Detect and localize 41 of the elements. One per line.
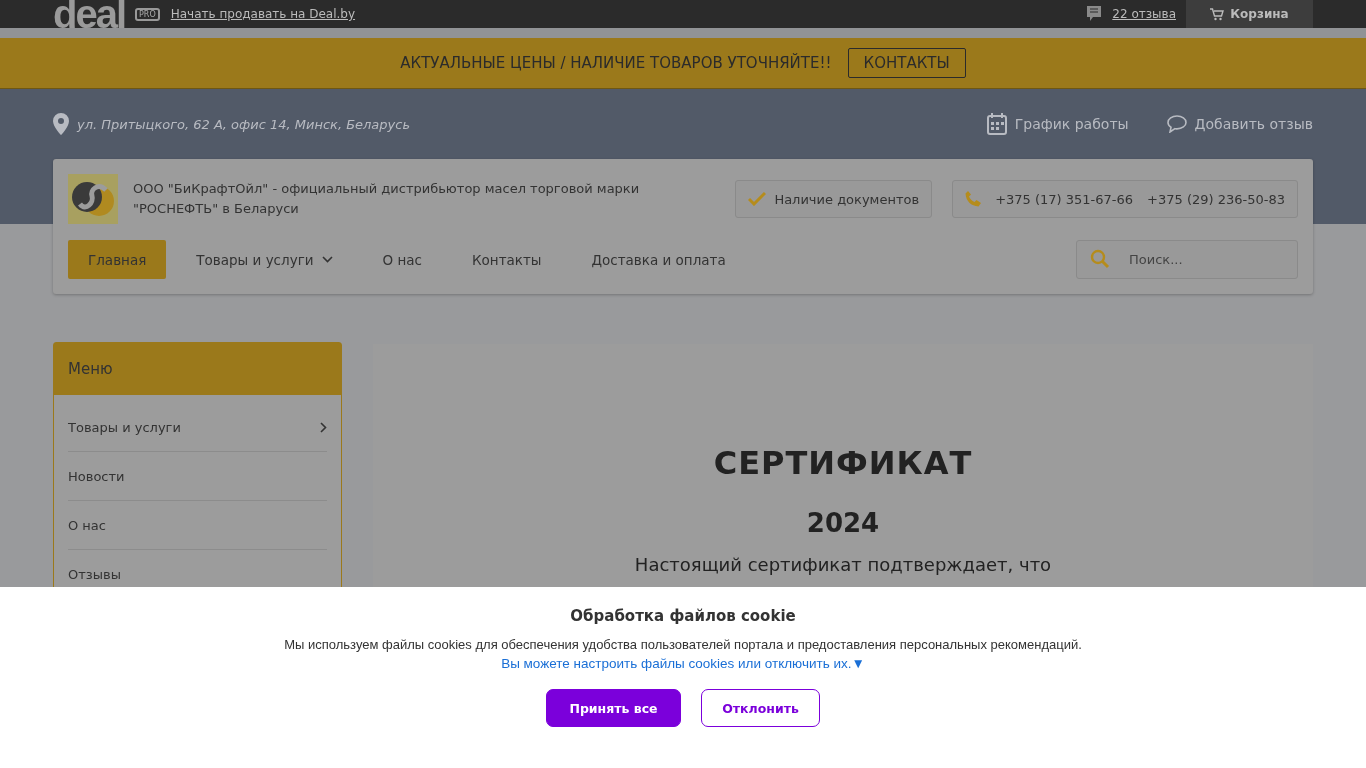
phone-icon xyxy=(965,191,982,207)
cookie-title: Обработка файлов cookie xyxy=(570,607,796,625)
sidebar-item[interactable]: О нас xyxy=(68,501,327,550)
search-field[interactable]: Поиск... xyxy=(1076,240,1298,279)
speech-bubble-icon xyxy=(1166,115,1187,133)
certificate-title: СЕРТИФИКАТ xyxy=(713,444,973,482)
decline-button[interactable]: Отклонить xyxy=(701,689,820,727)
schedule-link[interactable]: График работы xyxy=(986,113,1129,135)
cookie-text: Мы используем файлы cookies для обеспечения удобства пользователей портала и предоставления персональных рекомендаций. xyxy=(284,637,1082,652)
review-link[interactable]: Добавить отзыв xyxy=(1166,115,1313,133)
menu-title: Меню xyxy=(54,343,341,395)
nav-tab[interactable]: Товары и услуги xyxy=(176,240,353,279)
check-icon xyxy=(748,192,767,206)
location-pin-icon xyxy=(53,113,69,135)
phone-number[interactable]: +375 (29) 236-50-83 xyxy=(1147,191,1285,207)
sell-link[interactable]: Начать продавать на Deal.by xyxy=(170,7,356,21)
reviews-link[interactable]: 22 отзыва xyxy=(1112,7,1176,21)
documents-label: Наличие документов xyxy=(774,191,920,207)
sidebar-item[interactable]: Товары и услуги xyxy=(68,403,327,452)
phone-number[interactable]: +375 (17) 351-67-66 xyxy=(995,191,1134,207)
search-icon xyxy=(1090,249,1110,269)
accept-button[interactable]: Принять все xyxy=(546,689,681,727)
nav-tab[interactable]: О нас xyxy=(362,240,442,279)
comment-icon xyxy=(1087,6,1102,22)
sidebar-item[interactable]: Новости xyxy=(68,452,327,501)
calendar-icon xyxy=(986,113,1007,135)
company-logo xyxy=(68,174,118,224)
notice-text: АКТУАЛЬНЫЕ ЦЕНЫ / НАЛИЧИЕ ТОВАРОВ УТОЧНЯЙТЕ!! xyxy=(400,54,832,72)
nav-tab[interactable]: Контакты xyxy=(452,240,562,279)
cart-icon xyxy=(1210,7,1225,21)
cart-button[interactable]: Корзина xyxy=(1186,0,1313,28)
address-text: ул. Притыцкого, 62 А, офис 14, Минск, Беларусь xyxy=(77,116,411,132)
nav-tab[interactable]: Доставка и оплата xyxy=(571,240,746,279)
certificate-text: Настоящий сертификат подтверждает, что xyxy=(634,554,1052,575)
nav-tab[interactable]: Главная xyxy=(68,240,167,279)
documents-badge[interactable]: Наличие документов xyxy=(735,180,933,218)
certificate-year: 2024 xyxy=(806,508,880,538)
cookie-settings-link[interactable]: Вы можете настроить файлы cookies или отключить их.▼ xyxy=(501,656,865,671)
company-description: ООО "БиКрафтОйл" - официальный дистрибьютор масел торговой марки "РОСНЕФТЬ" в Беларуси xyxy=(133,180,641,218)
contacts-button[interactable]: КОНТАКТЫ xyxy=(847,48,966,78)
pro-badge: PRO xyxy=(135,7,160,21)
